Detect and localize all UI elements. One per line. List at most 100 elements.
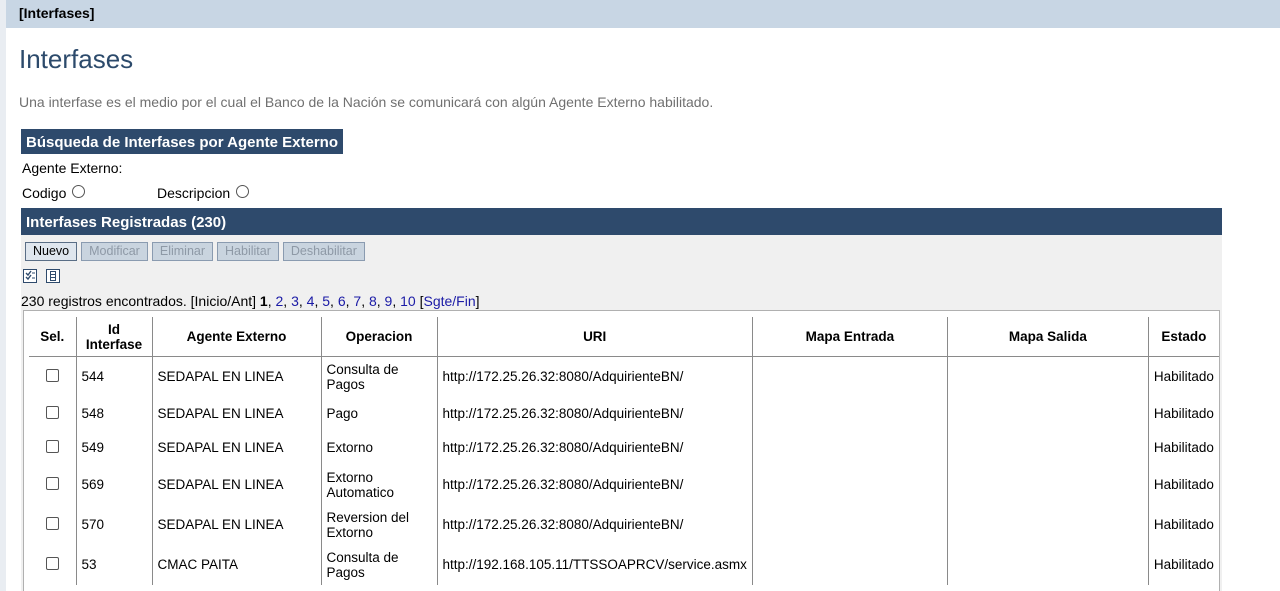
columns-icon[interactable]: [46, 269, 60, 283]
nuevo-button[interactable]: Nuevo: [25, 242, 78, 261]
agente-cell: SEDAPAL EN LINEA: [152, 396, 322, 431]
estado-cell: Habilitado: [1153, 517, 1214, 532]
toolbar: Nuevo Modificar Eliminar Habilitar Desha…: [25, 242, 365, 261]
id-cell: 549: [76, 430, 153, 465]
column-header[interactable]: Estado: [1148, 317, 1219, 357]
agent-label: Agente Externo:: [22, 160, 123, 176]
pager-link[interactable]: 8: [369, 293, 377, 309]
estado-cell: Habilitado: [1153, 477, 1214, 492]
table-row: 548 SEDAPAL EN LINEA Pago http://172.25.…: [29, 396, 1219, 431]
row-checkbox[interactable]: [45, 516, 59, 530]
pager-link[interactable]: 2: [276, 293, 284, 309]
table-row: 53 CMAC PAITA Consulta de Pagos http://1…: [29, 544, 1219, 585]
breadcrumb: [Interfases]: [6, 0, 1280, 28]
row-checkbox[interactable]: [45, 476, 59, 490]
operacion-cell: Consulta de Pagos: [321, 356, 438, 397]
estado-cell: Habilitado: [1153, 406, 1214, 421]
agente-cell: CMAC PAITA: [152, 544, 322, 585]
row-checkbox[interactable]: [45, 439, 59, 453]
operacion-cell: Pago: [321, 396, 438, 431]
operacion-cell: Consulta de Pagos: [321, 544, 438, 585]
eliminar-button[interactable]: Eliminar: [151, 242, 214, 261]
pager: 230 registros encontrados. [Inicio/Ant] …: [21, 293, 480, 309]
uri-cell: http://172.25.26.32:8080/AdquirienteBN/: [437, 504, 753, 545]
row-checkbox[interactable]: [45, 556, 59, 570]
deshabilitar-button[interactable]: Deshabilitar: [282, 242, 365, 261]
table-row: 569 SEDAPAL EN LINEA Extorno Automatico …: [29, 464, 1219, 505]
agente-cell: SEDAPAL EN LINEA: [152, 356, 322, 397]
estado-cell: Habilitado: [1153, 440, 1214, 455]
mapa-salida-cell: [947, 464, 1149, 505]
column-header[interactable]: Agente Externo: [152, 317, 322, 357]
uri-cell: http://192.168.105.11/TTSSOAPRCV/service…: [437, 544, 753, 585]
column-header[interactable]: Operacion: [321, 317, 438, 357]
mapa-salida-cell: [947, 544, 1149, 585]
mapa-entrada-cell: [752, 396, 948, 431]
pager-next-link[interactable]: Sgte/Fin: [423, 293, 475, 309]
operacion-cell: Extorno Automatico: [321, 464, 438, 505]
pager-link[interactable]: 5: [322, 293, 330, 309]
breadcrumb-label: [Interfases]: [19, 5, 95, 21]
radio-codigo-label: Codigo: [22, 185, 67, 201]
row-select-cell: [29, 544, 77, 585]
table-row: 549 SEDAPAL EN LINEA Extorno http://172.…: [29, 430, 1219, 465]
row-select-cell: [29, 396, 77, 431]
radio-codigo[interactable]: [72, 184, 86, 198]
id-cell: 548: [76, 396, 153, 431]
agente-cell: SEDAPAL EN LINEA: [152, 430, 322, 465]
agente-cell: SEDAPAL EN LINEA: [152, 504, 322, 545]
interfaces-table-container: Sel. Id Interfase Agente Externo Operaci…: [23, 310, 1220, 591]
column-header[interactable]: URI: [437, 317, 753, 357]
habilitar-button[interactable]: Habilitar: [217, 242, 279, 261]
radio-descripcion-label: Descripcion: [157, 185, 231, 201]
row-checkbox[interactable]: [45, 405, 59, 419]
mapa-entrada-cell: [752, 544, 948, 585]
column-header: Sel.: [29, 317, 77, 357]
column-header[interactable]: Mapa Entrada: [752, 317, 948, 357]
pager-link[interactable]: 6: [338, 293, 346, 309]
pager-link[interactable]: 9: [385, 293, 393, 309]
uri-cell: http://172.25.26.32:8080/AdquirienteBN/: [437, 356, 753, 397]
estado-cell: Habilitado: [1153, 369, 1214, 385]
pager-link[interactable]: 3: [291, 293, 299, 309]
uri-cell: http://172.25.26.32:8080/AdquirienteBN/: [437, 430, 753, 465]
row-select-cell: [29, 504, 77, 545]
row-select-cell: [29, 464, 77, 505]
radio-descripcion-group: Descripcion: [157, 184, 250, 201]
pager-current: 1: [259, 293, 268, 309]
mapa-entrada-cell: [752, 504, 948, 545]
column-header[interactable]: Mapa Salida: [947, 317, 1149, 357]
mapa-entrada-cell: [752, 464, 948, 505]
row-select-cell: [29, 430, 77, 465]
pager-link[interactable]: 4: [307, 293, 315, 309]
operacion-cell: Reversion del Extorno: [321, 504, 438, 545]
uri-cell: http://172.25.26.32:8080/AdquirienteBN/: [437, 396, 753, 431]
row-checkbox[interactable]: [45, 368, 59, 382]
row-select-cell: [29, 356, 77, 397]
estado-cell: Habilitado: [1153, 557, 1214, 572]
operacion-cell: Extorno: [321, 430, 438, 465]
id-cell: 570: [76, 504, 153, 545]
pager-link[interactable]: 7: [353, 293, 361, 309]
list-section-header: Interfases Registradas (230): [21, 208, 1222, 235]
pager-link[interactable]: 10: [400, 293, 416, 309]
table-row: 544 SEDAPAL EN LINEA Consulta de Pagos h…: [29, 356, 1219, 397]
select-all-icon[interactable]: [23, 269, 37, 283]
id-cell: 544: [76, 356, 153, 397]
page-title: Interfases: [19, 44, 134, 74]
agente-cell: SEDAPAL EN LINEA: [152, 464, 322, 505]
radio-codigo-group: Codigo: [22, 184, 86, 201]
radio-descripcion[interactable]: [236, 184, 250, 198]
id-cell: 53: [76, 544, 153, 585]
modificar-button[interactable]: Modificar: [81, 242, 148, 261]
left-strip: [0, 0, 6, 591]
mapa-salida-cell: [947, 356, 1149, 397]
interfaces-table: Sel. Id Interfase Agente Externo Operaci…: [29, 317, 1219, 585]
pager-summary: 230 registros encontrados. [Inicio/Ant]: [21, 293, 260, 309]
mapa-entrada-cell: [752, 430, 948, 465]
mapa-salida-cell: [947, 504, 1149, 545]
search-section-header: Búsqueda de Interfases por Agente Extern…: [21, 129, 343, 154]
column-header[interactable]: Id Interfase: [76, 317, 153, 357]
table-header-row: Sel. Id Interfase Agente Externo Operaci…: [29, 317, 1219, 357]
mapa-salida-cell: [947, 430, 1149, 465]
